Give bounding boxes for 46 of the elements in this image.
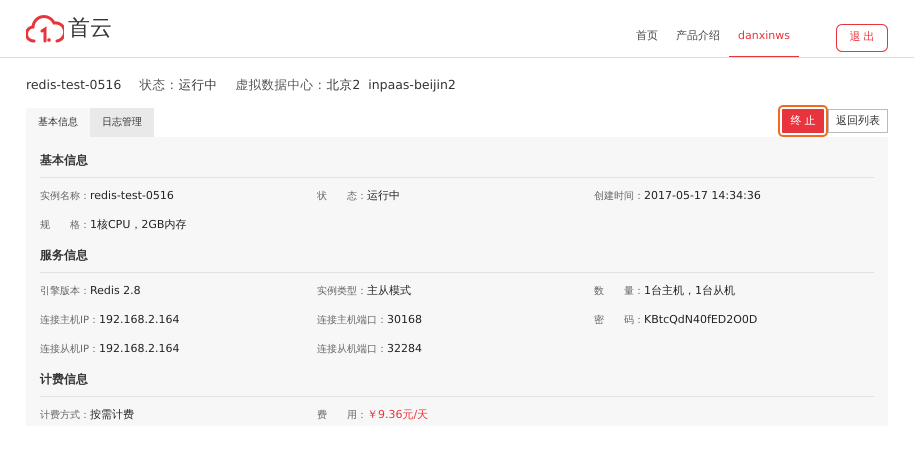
logo-text: 首云: [68, 15, 112, 43]
field-value: 1核CPU，2GB内存: [90, 217, 186, 233]
nav-link[interactable]: danxinws: [729, 0, 799, 57]
field-value: 32284: [387, 341, 422, 357]
field-value: KBtcQdN40fED2O0D: [644, 312, 758, 328]
section-title: 计费信息: [40, 364, 874, 397]
field-label: 实例类型：: [317, 284, 367, 299]
datacenter-label: 虚拟数据中心：: [235, 76, 326, 94]
field-label: 费 用：: [317, 408, 367, 423]
status-value: 运行中: [178, 76, 218, 94]
field-value: redis-test-0516: [90, 188, 174, 204]
field-label: 引擎版本：: [40, 284, 90, 299]
field-value: 运行中: [367, 188, 400, 204]
back-to-list-button[interactable]: 返回列表: [828, 108, 888, 133]
field-label: 规 格：: [40, 218, 90, 233]
field-label: 创建时间：: [594, 190, 644, 204]
field-value: 192.168.2.164: [98, 312, 180, 328]
instance-name: redis-test-0516: [26, 76, 122, 94]
status-label: 状态：: [139, 76, 178, 94]
field-label: 连接从机端口：: [317, 342, 387, 357]
field-value: 主从模式: [367, 283, 411, 299]
field-label: 密 码：: [594, 314, 644, 328]
section-title: 服务信息: [40, 240, 874, 273]
field-value: Redis 2.8: [90, 283, 141, 299]
field-label: 连接从机IP：: [40, 342, 99, 357]
field-value: 2017-05-17 14:34:36: [644, 188, 761, 204]
nav-link[interactable]: 首页: [627, 0, 668, 57]
field-value: 30168: [387, 312, 422, 328]
zone-name: inpaas-beijin2: [368, 76, 456, 94]
field-label: 计费方式：: [40, 408, 90, 423]
logout-button[interactable]: 退 出: [836, 24, 888, 52]
field-label: 连接主机IP：: [40, 314, 99, 328]
field-label: 实例名称：: [40, 190, 90, 204]
field-label: 数 量：: [594, 285, 644, 299]
field-value: 192.168.2.164: [98, 341, 180, 357]
section-title: 基本信息: [40, 144, 874, 178]
datacenter-value: 北京2: [326, 76, 360, 94]
field-label: 状 态：: [317, 190, 367, 204]
field-value: 1台主机，1台从机: [644, 283, 735, 299]
tab[interactable]: 日志管理: [90, 108, 154, 137]
cloud-logo-icon: [26, 14, 64, 44]
price-value: ￥9.36元/天: [367, 407, 428, 423]
nav-link[interactable]: 产品介绍: [667, 0, 730, 57]
field-label: 连接主机端口：: [317, 314, 387, 328]
field-value: 按需计费: [90, 407, 134, 423]
tab[interactable]: 基本信息: [26, 108, 90, 137]
